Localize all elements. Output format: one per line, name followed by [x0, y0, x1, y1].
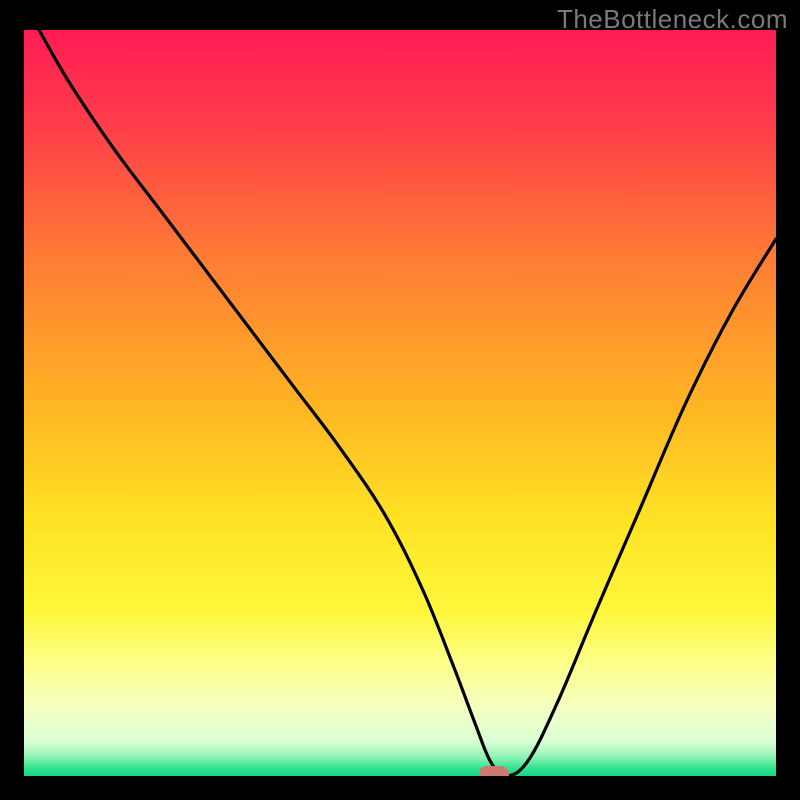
curve-layer	[24, 30, 776, 776]
bottleneck-curve	[39, 30, 776, 776]
plot-area	[24, 30, 776, 776]
chart-frame: TheBottleneck.com	[0, 0, 800, 800]
watermark-text: TheBottleneck.com	[557, 4, 788, 35]
optimal-marker	[479, 766, 509, 776]
